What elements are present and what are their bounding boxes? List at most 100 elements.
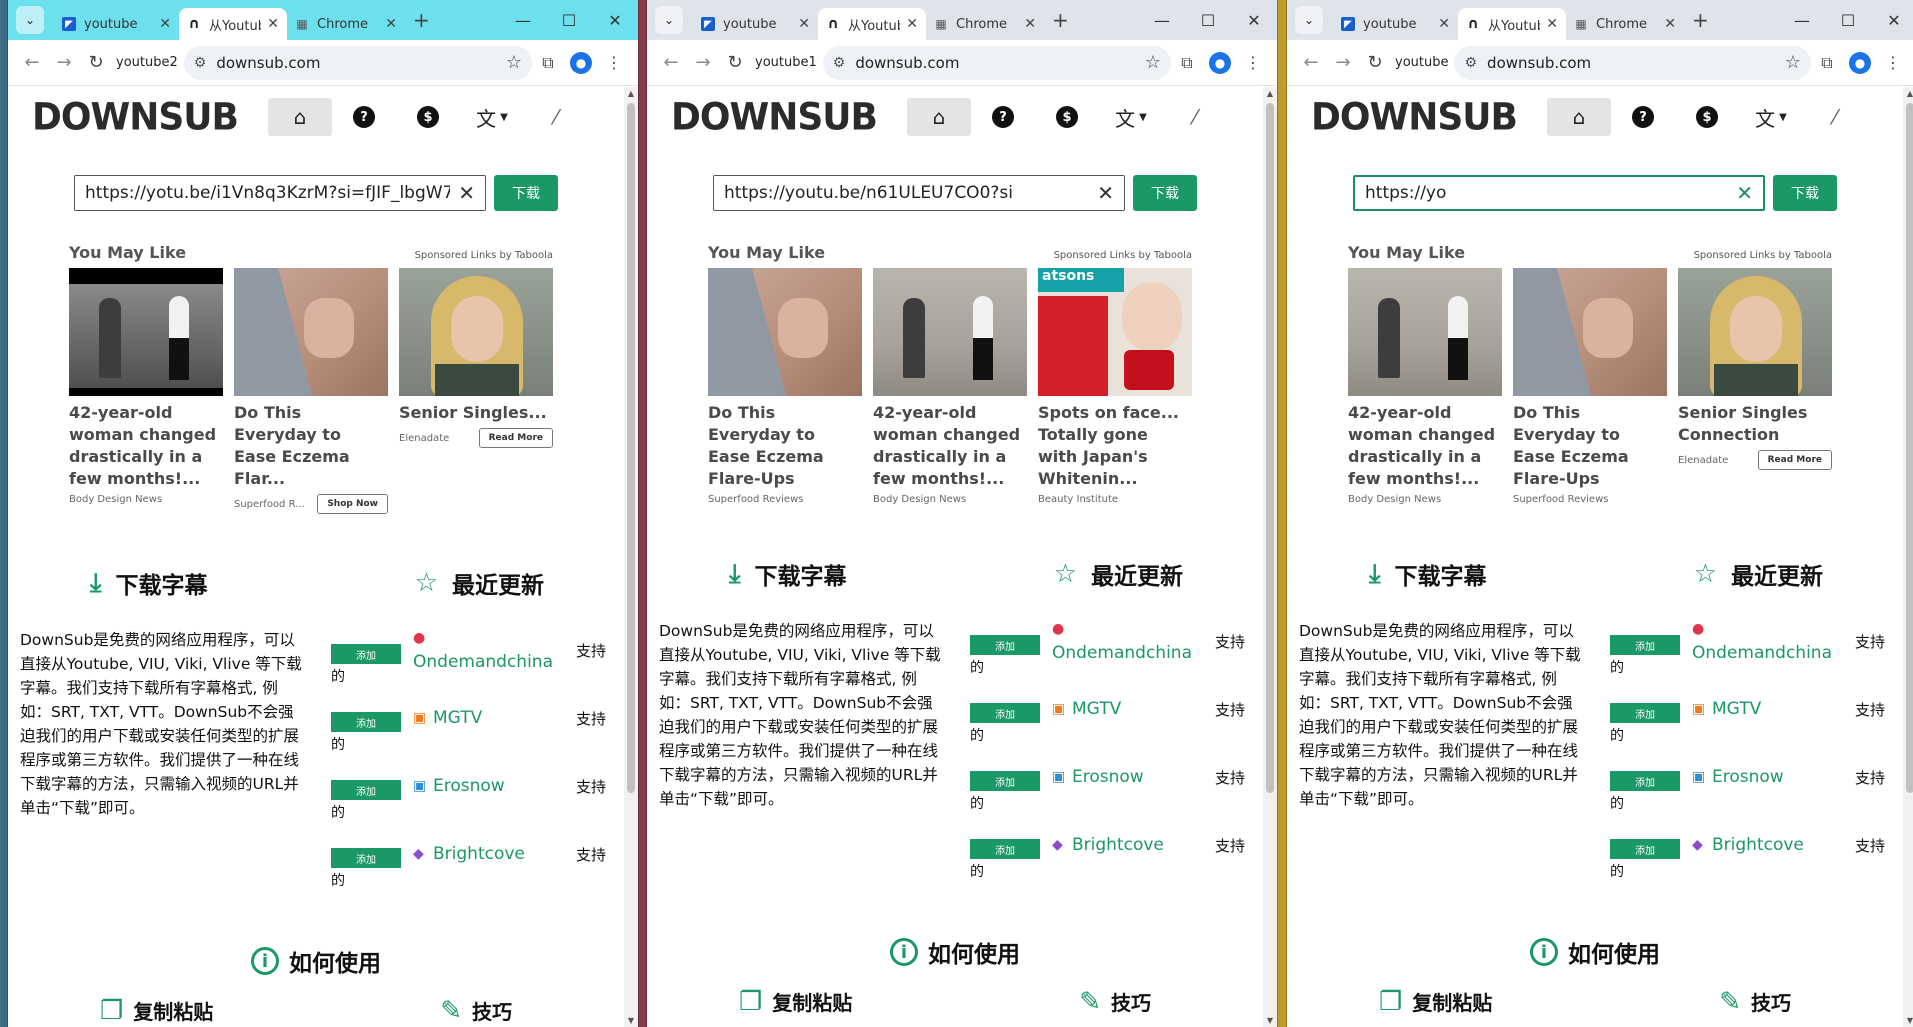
reload-icon[interactable]: ↻ (80, 52, 112, 73)
ad-card[interactable]: atsons Spots on face... Totally gone with… (1038, 268, 1192, 505)
clear-input-icon[interactable]: ✕ (1097, 181, 1114, 205)
close-tab-icon[interactable]: ✕ (1438, 16, 1450, 32)
home-icon[interactable]: ⌂ (268, 98, 332, 136)
close-tab-icon[interactable]: ✕ (1546, 16, 1558, 32)
ad-title[interactable]: Spots on face... Totally gone with Japan… (1038, 402, 1192, 490)
extensions-icon[interactable]: ⧉ (1171, 53, 1203, 73)
tab-chrome[interactable]: ▦ Chrome ✕ (287, 8, 405, 40)
menu-kebab-icon[interactable]: ⋮ (1877, 53, 1909, 72)
help-icon[interactable]: ? (332, 98, 396, 136)
back-icon[interactable]: ← (655, 52, 687, 73)
downsub-logo[interactable]: DOWNSUB (32, 95, 239, 138)
add-badge[interactable]: 添加 (1610, 771, 1680, 791)
service-name-link[interactable]: MGTV (1712, 699, 1761, 719)
close-tab-icon[interactable]: ✕ (159, 16, 171, 32)
ad-title[interactable]: Do This Everyday to Ease Eczema Flare-Up… (1513, 402, 1667, 490)
close-tab-icon[interactable]: ✕ (267, 16, 279, 32)
tab-search-button[interactable]: ⌄ (1295, 6, 1323, 34)
service-name-link[interactable]: Erosnow (1072, 767, 1144, 787)
add-badge[interactable]: 添加 (970, 771, 1040, 791)
tab-search-button[interactable]: ⌄ (16, 6, 44, 34)
close-window-icon[interactable]: ✕ (1231, 11, 1277, 30)
service-name-link[interactable]: Brightcove (1712, 835, 1804, 855)
ad-image[interactable] (1348, 268, 1502, 396)
ad-card[interactable]: Do This Everyday to Ease Eczema Flare-Up… (708, 268, 862, 505)
ad-image[interactable] (1678, 268, 1832, 396)
add-badge[interactable]: 添加 (1610, 703, 1680, 723)
add-badge[interactable]: 添加 (970, 635, 1040, 655)
add-badge[interactable]: 添加 (1610, 839, 1680, 859)
help-icon[interactable]: ? (971, 98, 1035, 136)
ad-image[interactable] (399, 268, 553, 396)
theme-toggle-icon[interactable]: ⁄ (1163, 98, 1227, 136)
minimize-icon[interactable]: — (1779, 11, 1825, 30)
tab-search-button[interactable]: ⌄ (655, 6, 683, 34)
home-icon[interactable]: ⌂ (1547, 98, 1611, 136)
address-bar[interactable]: ⚙ downsub.com ☆ (1454, 45, 1811, 80)
ad-cta-button[interactable]: Read More (478, 428, 553, 448)
ad-cta-button[interactable]: Shop Now (317, 494, 388, 514)
add-badge[interactable]: 添加 (331, 644, 401, 664)
forward-icon[interactable]: → (48, 52, 80, 73)
new-tab-icon[interactable]: + (1052, 8, 1069, 32)
ad-image[interactable]: atsons (1038, 268, 1192, 396)
service-name-link[interactable]: Erosnow (433, 776, 505, 796)
ad-card[interactable]: 42-year-old woman changed drastically in… (69, 268, 223, 514)
tab-youtube[interactable]: ◤ youtube ✕ (54, 8, 179, 40)
downsub-logo[interactable]: DOWNSUB (1311, 95, 1518, 138)
language-icon[interactable]: 文 ▼ (1739, 98, 1803, 136)
back-icon[interactable]: ← (1295, 52, 1327, 73)
tab-chrome[interactable]: ▦ Chrome ✕ (1566, 8, 1684, 40)
dollar-icon[interactable]: $ (396, 98, 460, 136)
service-name-link[interactable]: Brightcove (433, 844, 525, 864)
theme-toggle-icon[interactable]: ⁄ (1803, 98, 1867, 136)
extensions-icon[interactable]: ⧉ (532, 53, 564, 73)
add-badge[interactable]: 添加 (1610, 635, 1680, 655)
add-badge[interactable]: 添加 (970, 839, 1040, 859)
bookmark-star-icon[interactable]: ☆ (1785, 52, 1801, 73)
close-tab-icon[interactable]: ✕ (385, 16, 397, 32)
page-scrollbar[interactable]: ▲ ▼ (624, 87, 638, 1027)
bookmark-star-icon[interactable]: ☆ (506, 52, 522, 73)
service-name-link[interactable]: Brightcove (1072, 835, 1164, 855)
scroll-up-icon[interactable]: ▲ (1263, 89, 1277, 98)
tab-youtube[interactable]: ◤ youtube ✕ (1333, 8, 1458, 40)
service-name-link[interactable]: Ondemandchina (413, 652, 553, 672)
ads-sponsor[interactable]: Sponsored Links by Taboola (1694, 250, 1832, 261)
page-scrollbar[interactable]: ▲ ▼ (1263, 87, 1277, 1027)
site-info-icon[interactable]: ⚙ (833, 55, 846, 71)
scroll-thumb[interactable] (1906, 103, 1913, 793)
scroll-down-icon[interactable]: ▼ (1263, 1016, 1277, 1025)
ad-card[interactable]: Do This Everyday to Ease Eczema Flare-Up… (1513, 268, 1667, 505)
ad-cta-button[interactable]: Read More (1757, 450, 1832, 470)
dollar-icon[interactable]: $ (1675, 98, 1739, 136)
service-name-link[interactable]: Ondemandchina (1052, 643, 1192, 663)
ad-card[interactable]: 42-year-old woman changed drastically in… (873, 268, 1027, 505)
bookmark-star-icon[interactable]: ☆ (1145, 52, 1161, 73)
menu-kebab-icon[interactable]: ⋮ (598, 53, 630, 72)
url-input[interactable]: https://yotu.be/i1Vn8q3KzrM?si=fJIF_lbgW… (74, 175, 486, 211)
address-bar[interactable]: ⚙ downsub.com ☆ (183, 45, 532, 80)
new-tab-icon[interactable]: + (413, 8, 430, 32)
reload-icon[interactable]: ↻ (1359, 52, 1391, 73)
site-info-icon[interactable]: ⚙ (194, 55, 207, 71)
maximize-icon[interactable]: ☐ (1185, 11, 1231, 30)
add-badge[interactable]: 添加 (331, 780, 401, 800)
language-icon[interactable]: 文 ▼ (1099, 98, 1163, 136)
ad-title[interactable]: Do This Everyday to Ease Eczema Flar... (234, 402, 388, 490)
service-name-link[interactable]: Ondemandchina (1692, 643, 1832, 663)
extensions-icon[interactable]: ⧉ (1811, 53, 1843, 73)
ad-image[interactable] (69, 268, 223, 396)
scroll-up-icon[interactable]: ▲ (624, 89, 638, 98)
service-name-link[interactable]: MGTV (1072, 699, 1121, 719)
minimize-icon[interactable]: — (500, 11, 546, 30)
tab-downsub[interactable]: ∩ 从Youtub ✕ (1458, 8, 1566, 40)
help-icon[interactable]: ? (1611, 98, 1675, 136)
url-input[interactable]: https://youtu.be/n61ULEU7CO0?si ✕ (713, 175, 1125, 211)
ad-image[interactable] (708, 268, 862, 396)
tab-chrome[interactable]: ▦ Chrome ✕ (926, 8, 1044, 40)
ad-title[interactable]: 42-year-old woman changed drastically in… (69, 402, 223, 490)
dollar-icon[interactable]: $ (1035, 98, 1099, 136)
download-button[interactable]: 下载 (1133, 175, 1197, 211)
close-tab-icon[interactable]: ✕ (906, 16, 918, 32)
